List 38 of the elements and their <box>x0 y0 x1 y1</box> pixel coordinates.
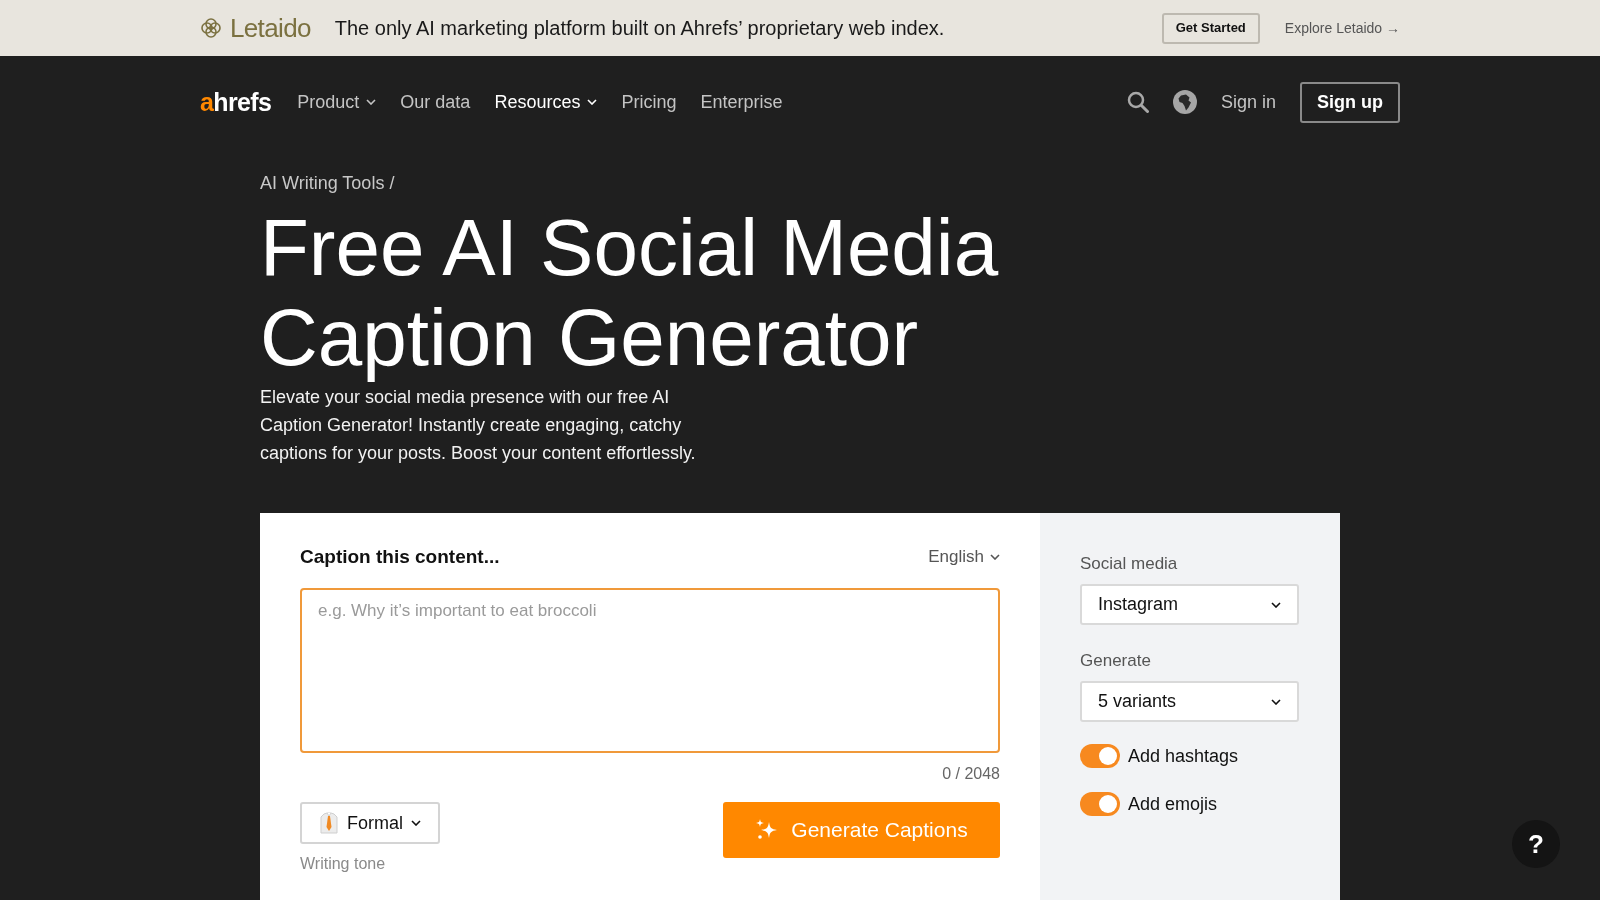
char-count: 0 / 2048 <box>942 764 1000 784</box>
sign-up-button[interactable]: Sign up <box>1300 81 1400 123</box>
chevron-down-icon <box>411 820 421 826</box>
field-label: Writing tone <box>300 854 386 874</box>
page-description: Elevate your social media presence with our free AI Caption Generator! Instantly create engaging, catchy captions for your posts. Boost your content effortlessly. <box>260 386 697 465</box>
language-dropdown[interactable]: English <box>928 544 1000 570</box>
search-icon[interactable] <box>1126 91 1149 113</box>
brand-logo[interactable]: ahrefs <box>200 89 272 115</box>
toggle-switch[interactable] <box>1080 744 1120 768</box>
nav-link[interactable]: Resources <box>494 88 598 116</box>
chevron-down-icon <box>1271 601 1281 608</box>
sign-in-link[interactable]: Sign in <box>1220 88 1276 116</box>
page-title: Free AI Social Media Caption Generator <box>260 203 1000 383</box>
variants-select[interactable]: 5 variants <box>1080 681 1299 722</box>
shirt-tie-icon <box>319 812 339 834</box>
clover-icon <box>200 17 222 39</box>
brand-name: Letaido <box>230 11 311 45</box>
explore-link[interactable]: Explore Letaido → <box>1284 17 1400 39</box>
help-button[interactable]: ? <box>1512 820 1560 868</box>
nav-link[interactable]: Our data <box>400 88 471 116</box>
chevron-down-icon <box>990 554 1000 560</box>
field-label: Social media <box>1080 553 1178 575</box>
section-heading: Caption this content... <box>300 544 500 569</box>
chevron-down-icon <box>1271 698 1281 705</box>
toggle-label: Add emojis <box>1128 792 1218 816</box>
nav-link[interactable]: Enterprise <box>700 88 783 116</box>
get-started-button[interactable]: Get Started <box>1161 12 1260 44</box>
globe-icon[interactable] <box>1172 90 1197 114</box>
toggle-switch[interactable] <box>1080 792 1120 816</box>
field-label: Generate <box>1080 650 1151 672</box>
nav-link[interactable]: Product <box>297 88 377 116</box>
banner-message: The only AI marketing platform built on Ahrefs’ proprietary web index. <box>334 16 945 41</box>
tone-dropdown[interactable]: Formal <box>300 802 440 844</box>
nav-link[interactable]: Pricing <box>621 88 677 116</box>
caption-textarea[interactable]: e.g. Why it’s important to eat broccoli <box>300 588 1000 753</box>
social-media-select[interactable]: Instagram <box>1080 584 1299 625</box>
toggle-label: Add hashtags <box>1128 744 1239 768</box>
breadcrumb-link[interactable]: AI Writing Tools / <box>260 169 395 197</box>
